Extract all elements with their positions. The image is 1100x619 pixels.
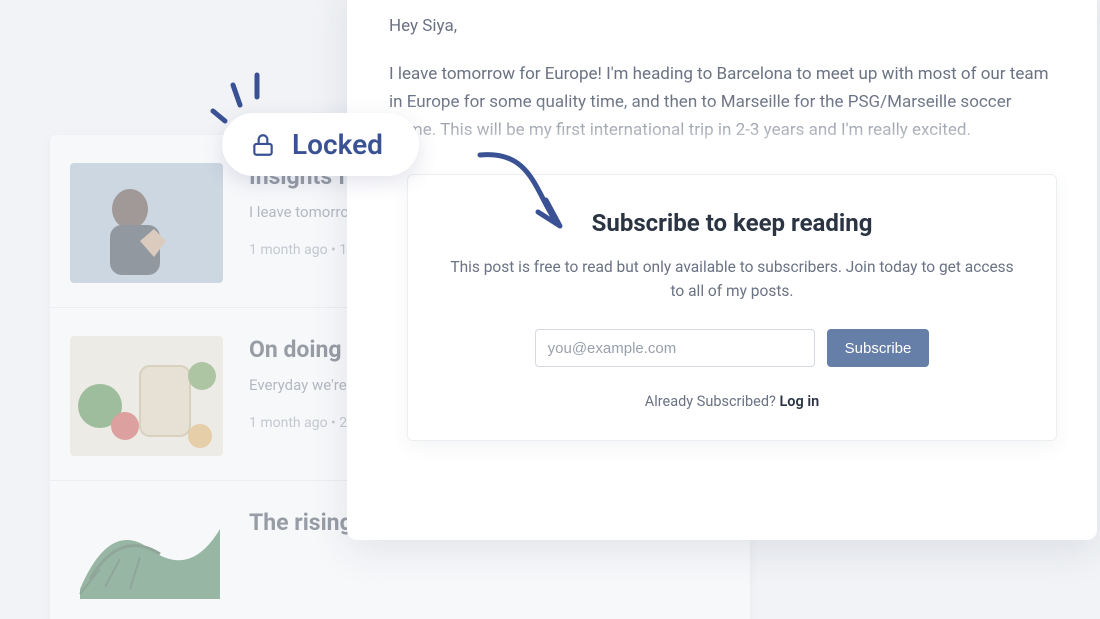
- post-thumbnail: [70, 509, 223, 599]
- subscribe-card: Subscribe to keep reading This post is f…: [407, 174, 1057, 441]
- article-paragraph: I leave tomorrow for Europe! I'm heading…: [389, 60, 1055, 144]
- article-panel: Hey Siya, I leave tomorrow for Europe! I…: [347, 0, 1097, 540]
- subscribe-form: Subscribe: [448, 329, 1016, 367]
- subscribe-button[interactable]: Subscribe: [827, 329, 930, 367]
- subscribe-description: This post is free to read but only avail…: [448, 255, 1016, 303]
- locked-badge: Locked: [222, 113, 419, 176]
- subscribe-title: Subscribe to keep reading: [448, 209, 1016, 237]
- login-link[interactable]: Log in: [779, 393, 819, 410]
- locked-label: Locked: [292, 128, 383, 161]
- article-greeting: Hey Siya,: [389, 12, 1055, 40]
- already-prefix: Already Subscribed?: [645, 393, 780, 410]
- post-thumbnail: [70, 336, 223, 456]
- post-thumbnail: [70, 163, 223, 283]
- email-input[interactable]: [535, 329, 815, 367]
- already-subscribed-text: Already Subscribed? Log in: [448, 393, 1016, 410]
- article-body: Hey Siya, I leave tomorrow for Europe! I…: [389, 12, 1055, 144]
- lock-icon: [250, 132, 276, 158]
